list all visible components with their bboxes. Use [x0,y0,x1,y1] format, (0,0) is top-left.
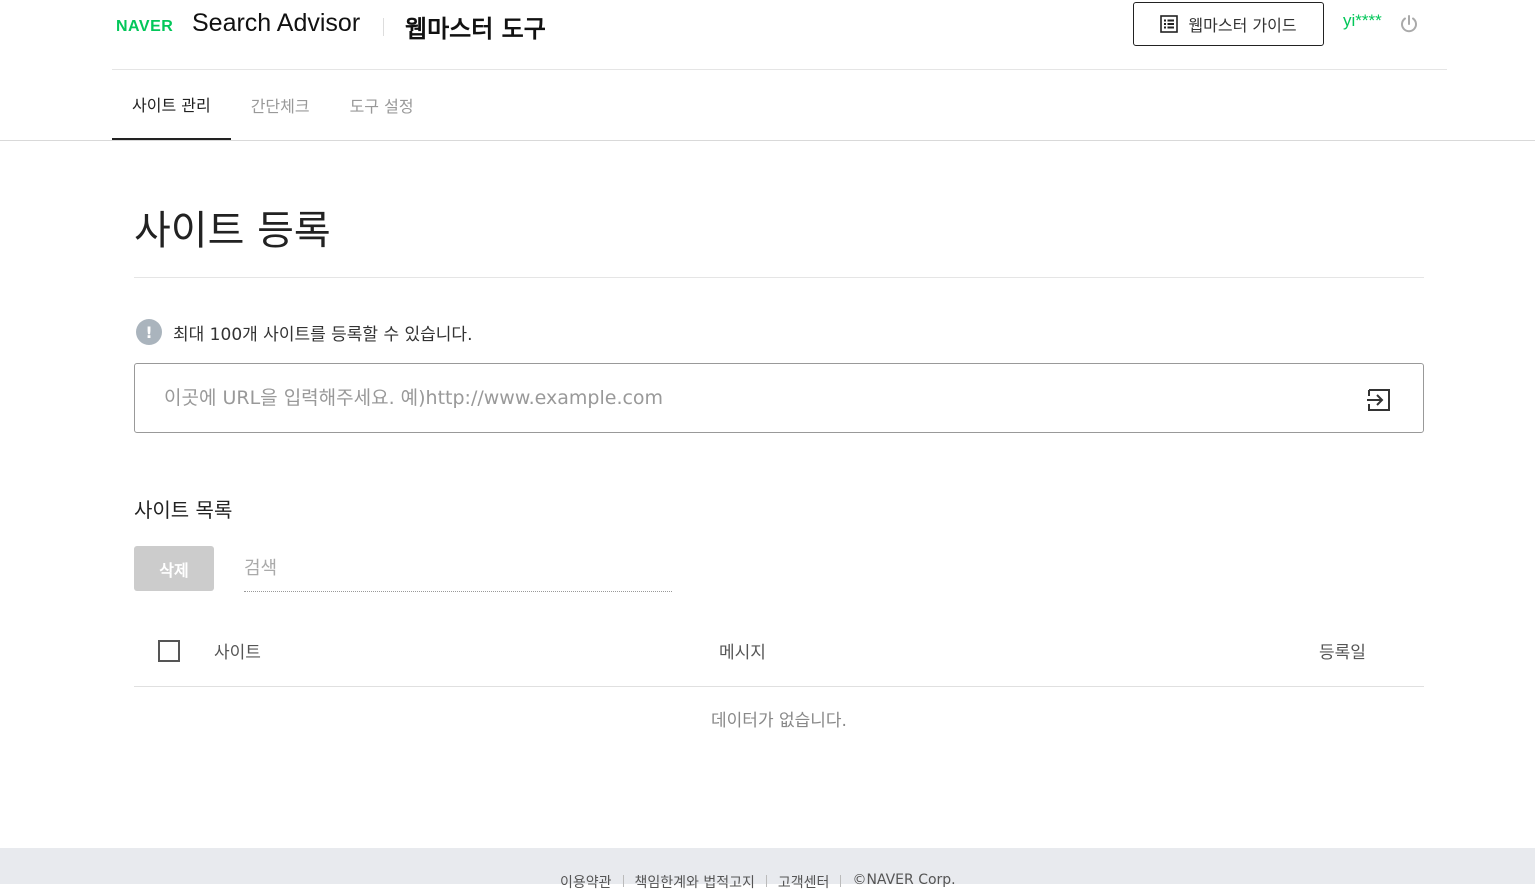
user-id[interactable]: yi**** [1343,11,1382,31]
exclamation-icon: ! [136,319,162,345]
webmaster-guide-label: 웹마스터 가이드 [1188,16,1297,35]
submit-enter-icon[interactable] [1366,387,1392,413]
footer-separator [622,875,624,887]
naver-logo[interactable]: NAVER [116,18,173,36]
empty-state: 데이터가 없습니다. [711,711,847,731]
nav-tabs: 사이트 관리 간단체크 도구 설정 [112,70,434,141]
column-date[interactable]: 등록일 [1319,638,1366,663]
footer-link-support[interactable]: 고객센터 [778,872,830,892]
delete-button[interactable]: 삭제 [134,546,214,591]
footer-link-legal[interactable]: 책임한계와 법적고지 [635,872,755,892]
header: NAVER Search Advisor 웹마스터 도구 웹마스터 가이드 yi… [0,0,1535,141]
column-message: 메시지 [719,643,766,663]
power-icon[interactable] [1399,14,1419,34]
title-divider [134,277,1424,278]
footer: 이용약관 책임한계와 법적고지 고객센터 ©NAVER Corp. [0,848,1535,891]
tab-simple-check[interactable]: 간단체크 [231,70,330,140]
notice: ! 최대 100개 사이트를 등록할 수 있습니다. [136,319,472,345]
select-all-checkbox[interactable] [158,640,180,662]
footer-links: 이용약관 책임한계와 법적고지 고객센터 ©NAVER Corp. [560,872,956,892]
url-input[interactable] [135,364,1345,432]
footer-separator [765,875,767,887]
tab-tool-settings[interactable]: 도구 설정 [330,70,434,140]
url-register-box [134,363,1424,433]
brand-divider [383,18,384,36]
footer-separator [840,875,842,887]
footer-link-terms[interactable]: 이용약관 [560,872,612,892]
notice-text: 최대 100개 사이트를 등록할 수 있습니다. [173,324,473,345]
webmaster-guide-button[interactable]: 웹마스터 가이드 [1133,2,1324,46]
column-site: 사이트 [214,643,261,663]
tool-title[interactable]: 웹마스터 도구 [405,9,546,44]
site-list-title: 사이트 목록 [134,498,233,522]
footer-copyright: ©NAVER Corp. [852,872,956,888]
search-field [244,546,672,592]
page-title: 사이트 등록 [134,208,331,254]
brand-title[interactable]: Search Advisor [192,9,360,38]
search-input[interactable] [244,546,672,590]
document-list-icon [1160,15,1179,33]
table-header: 사이트 메시지 등록일 [134,616,1424,687]
tab-site-management[interactable]: 사이트 관리 [112,70,231,140]
